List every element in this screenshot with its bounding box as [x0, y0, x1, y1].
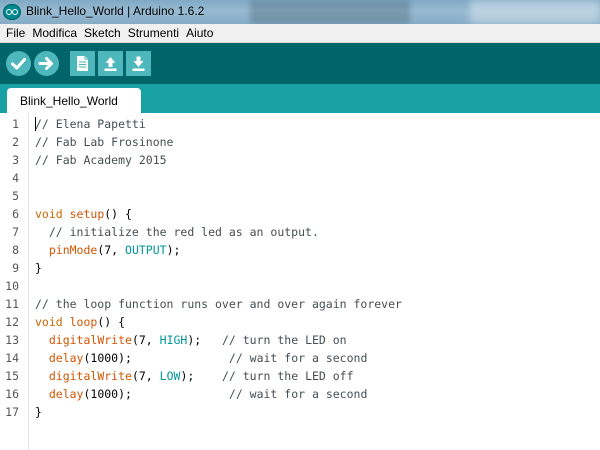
code-token: ); — [180, 369, 222, 383]
line-number-gutter: 1 2 3 4 5 6 7 8 9 10 11 12 13 14 15 16 17 — [0, 113, 29, 450]
line-number: 7 — [12, 225, 19, 239]
code-line: // Fab Lab Frosinone — [35, 133, 173, 151]
code-token: loop — [69, 315, 98, 329]
code-token: // turn the LED on — [221, 333, 347, 347]
line-number: 9 — [12, 261, 19, 275]
code-token: OUTPUT — [125, 243, 167, 257]
code-token: // turn the LED off — [221, 369, 354, 383]
line-number: 15 — [5, 369, 19, 383]
code-token: void — [35, 207, 70, 221]
code-token: delay — [48, 387, 84, 401]
arrow-down-icon — [132, 56, 145, 71]
line-number: 6 — [12, 207, 19, 221]
tab-strip: Blink_Hello_World — [0, 84, 600, 113]
arrow-right-icon — [38, 57, 53, 70]
code-line: digitalWrite(7, HIGH); // turn the LED o… — [35, 331, 347, 349]
code-token: // wait for a second — [228, 387, 368, 401]
code-line: } — [35, 403, 42, 421]
code-token: // wait for a second — [228, 351, 368, 365]
code-line: void loop() { — [35, 313, 125, 331]
code-line: // the loop function runs over and over … — [35, 295, 402, 313]
menu-strumenti[interactable]: Strumenti — [125, 26, 183, 40]
line-number: 8 — [12, 243, 19, 257]
menu-aiuto[interactable]: Aiuto — [183, 26, 217, 40]
menu-sketch[interactable]: Sketch — [81, 26, 125, 40]
line-number: 5 — [12, 189, 19, 203]
code-token: ); — [187, 333, 222, 347]
new-button[interactable] — [70, 51, 95, 76]
code-line: digitalWrite(7, LOW); // turn the LED of… — [35, 367, 354, 385]
code-token: () { — [97, 315, 126, 329]
title-bar-background-highlight — [470, 0, 600, 24]
code-token: delay — [48, 351, 84, 365]
code-line: pinMode(7, OUTPUT); — [35, 241, 181, 259]
code-token: LOW — [159, 369, 181, 383]
code-token: (1000); — [83, 387, 229, 401]
window-title: Blink_Hello_World | Arduino 1.6.2 — [26, 4, 205, 18]
menu-file[interactable]: File — [3, 26, 29, 40]
checkmark-icon — [11, 58, 26, 70]
code-token: digitalWrite — [48, 369, 132, 383]
code-token: () { — [104, 207, 132, 221]
code-token: pinMode — [48, 243, 98, 257]
code-token: // the loop function runs over and over … — [35, 297, 402, 311]
code-token: // initialize the red led as an output. — [35, 225, 319, 239]
tab-label: Blink_Hello_World — [20, 94, 118, 108]
title-bar-background-blur — [250, 0, 410, 24]
code-line: delay(1000); // wait for a second — [35, 385, 368, 403]
code-token: (7, — [131, 369, 160, 383]
open-button[interactable] — [98, 51, 123, 76]
menu-modifica[interactable]: Modifica — [29, 26, 81, 40]
title-bar: Blink_Hello_World | Arduino 1.6.2 — [0, 0, 600, 24]
code-token: // Elena Papetti — [35, 117, 146, 131]
code-line: void setup() { — [35, 205, 132, 223]
code-token: void — [35, 315, 70, 329]
line-number: 4 — [12, 171, 19, 185]
code-line: } — [35, 259, 42, 277]
code-token: } — [35, 405, 42, 419]
arrow-up-icon — [104, 57, 117, 71]
code-token: } — [35, 261, 42, 275]
code-token: setup — [69, 207, 105, 221]
code-token: ); — [166, 243, 181, 257]
line-number: 10 — [5, 279, 19, 293]
code-token: digitalWrite — [48, 333, 132, 347]
line-number: 3 — [12, 153, 19, 167]
code-token: (1000); — [83, 351, 229, 365]
code-line: delay(1000); // wait for a second — [35, 349, 368, 367]
menu-bar: File Modifica Sketch Strumenti Aiuto — [0, 24, 600, 43]
new-file-icon — [77, 56, 88, 71]
toolbar — [0, 43, 600, 84]
code-line: // Fab Academy 2015 — [35, 151, 167, 169]
save-button[interactable] — [126, 51, 151, 76]
code-token: (7, — [131, 333, 160, 347]
code-token: // Fab Lab Frosinone — [35, 135, 174, 149]
line-number: 1 — [12, 117, 19, 131]
line-number: 17 — [5, 405, 19, 419]
line-number: 14 — [5, 351, 19, 365]
arduino-logo-icon[interactable] — [3, 4, 21, 20]
code-editor[interactable]: 1 2 3 4 5 6 7 8 9 10 11 12 13 14 15 16 17 // Elena Papet… — [0, 113, 600, 450]
upload-button[interactable] — [34, 51, 59, 76]
line-number: 2 — [12, 135, 19, 149]
code-token: // Fab Academy 2015 — [35, 153, 167, 167]
code-token: HIGH — [159, 333, 188, 347]
line-number: 13 — [5, 333, 19, 347]
code-line: // Elena Papetti — [35, 115, 146, 133]
code-line: // initialize the red led as an output. — [35, 223, 319, 241]
code-token: (7, — [97, 243, 126, 257]
verify-button[interactable] — [6, 51, 31, 76]
line-number: 16 — [5, 387, 19, 401]
tab-blink-hello-world[interactable]: Blink_Hello_World — [7, 88, 141, 113]
line-number: 12 — [5, 315, 19, 329]
line-number: 11 — [5, 297, 19, 311]
